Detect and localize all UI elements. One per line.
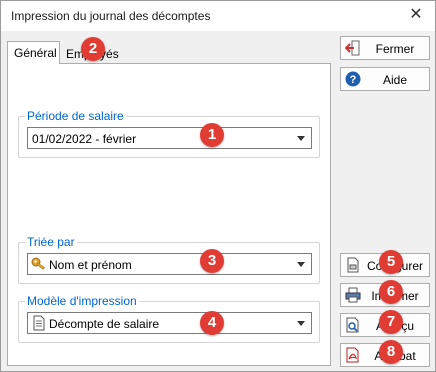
- annotation-badge-7: 7: [379, 310, 403, 334]
- model-value: Décompte de salaire: [49, 317, 160, 331]
- chevron-down-icon: [297, 136, 305, 141]
- sort-group: Triée par Nom et prénom: [18, 235, 320, 284]
- tab-general-label: Général: [14, 46, 57, 60]
- annotation-badge-4: 4: [200, 311, 224, 335]
- title-bar: Impression du journal des décomptes ✕: [1, 1, 435, 31]
- period-legend: Période de salaire: [25, 109, 126, 123]
- preview-magnifier-icon: [346, 317, 359, 333]
- annotation-badge-2: 2: [81, 37, 105, 61]
- annotation-badge-1: 1: [200, 123, 224, 147]
- close-button[interactable]: Fermer: [340, 36, 430, 60]
- model-legend: Modèle d'impression: [25, 294, 139, 308]
- key-icon: [31, 257, 45, 270]
- annotation-badge-8: 8: [379, 340, 403, 364]
- model-select[interactable]: Décompte de salaire: [27, 312, 312, 334]
- printer-icon: [345, 287, 361, 303]
- help-icon: ?: [345, 71, 361, 87]
- annotation-badge-5: 5: [379, 250, 403, 274]
- document-icon: [33, 315, 45, 331]
- period-group: Période de salaire 01/02/2022 - février: [18, 109, 320, 158]
- page-setup-icon: [347, 257, 359, 273]
- annotation-badge-6: 6: [379, 280, 403, 304]
- sort-select[interactable]: Nom et prénom: [27, 253, 312, 275]
- tab-general[interactable]: Général: [7, 41, 60, 64]
- sort-value: Nom et prénom: [49, 258, 132, 272]
- help-button-label: Aide: [382, 73, 408, 87]
- model-group: Modèle d'impression Décompte de salaire: [18, 294, 320, 343]
- svg-text:?: ?: [350, 74, 357, 86]
- close-button-label: Fermer: [375, 42, 415, 56]
- exit-door-icon: [345, 40, 360, 56]
- close-window-icon[interactable]: ✕: [407, 6, 425, 24]
- print-dialog: Impression du journal des décomptes ✕ Gé…: [0, 0, 436, 372]
- window-title: Impression du journal des décomptes: [11, 9, 211, 23]
- chevron-down-icon: [297, 262, 305, 267]
- pdf-icon: [346, 347, 359, 363]
- chevron-down-icon: [297, 321, 305, 326]
- period-select[interactable]: 01/02/2022 - février: [27, 127, 312, 149]
- period-value: 01/02/2022 - février: [32, 132, 137, 146]
- sort-legend: Triée par: [25, 235, 77, 249]
- annotation-badge-3: 3: [200, 249, 224, 273]
- help-button[interactable]: ? Aide: [340, 67, 430, 91]
